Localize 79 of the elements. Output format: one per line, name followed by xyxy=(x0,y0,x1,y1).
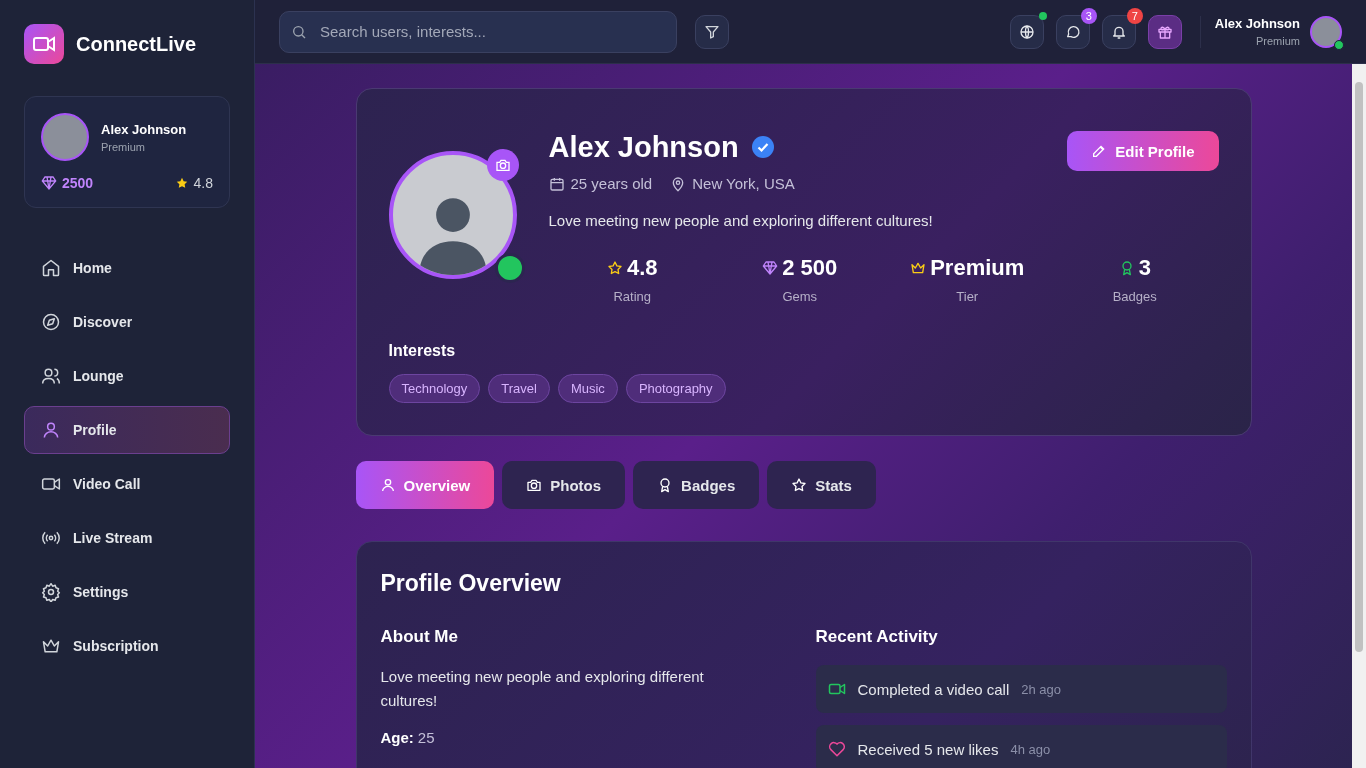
nav-item[interactable]: Subscription xyxy=(24,622,230,670)
stat-label: Badges xyxy=(1112,289,1157,304)
age-text: 25 years old xyxy=(570,175,653,192)
tab[interactable]: Photos xyxy=(502,461,626,509)
gem-icon xyxy=(41,175,57,191)
crown-icon xyxy=(910,260,927,276)
nav-item[interactable]: Live Stream xyxy=(24,514,230,562)
user-name: Alex Johnson xyxy=(1214,16,1300,31)
interest-tag: Music xyxy=(557,374,618,403)
activity-time: 2h ago xyxy=(1021,681,1062,697)
about-text: Love meeting new people and exploring different cultures! xyxy=(380,667,705,711)
compass-icon xyxy=(41,312,61,332)
heart-icon xyxy=(827,740,846,758)
person-icon xyxy=(379,477,396,493)
home-icon xyxy=(41,258,61,278)
calendar-icon xyxy=(548,175,565,192)
nav-item[interactable]: Profile xyxy=(24,406,230,454)
nav-item[interactable]: Lounge xyxy=(24,352,230,400)
profile-name: Alex Johnson xyxy=(548,130,739,164)
nav-item[interactable]: Settings xyxy=(24,568,230,616)
age-value: 25 xyxy=(417,729,435,746)
user-tier-label: Premium xyxy=(101,140,146,153)
location-text: New York, USA xyxy=(692,175,795,192)
bio-text: Love meeting new people and exploring different cultures! xyxy=(548,212,934,229)
interest-tag: Travel xyxy=(488,374,550,403)
tab[interactable]: Overview xyxy=(355,461,495,509)
activity-text: Received 5 new likes xyxy=(857,740,999,758)
globe-icon xyxy=(1018,23,1035,40)
stat-label: Tier xyxy=(956,289,979,304)
stat-value: 2 500 xyxy=(782,255,838,281)
activity-time: 4h ago xyxy=(1010,741,1051,757)
stat-value: Premium xyxy=(930,255,1025,281)
change-photo-button[interactable] xyxy=(486,149,519,181)
search-icon xyxy=(291,23,307,40)
count-badge: 3 xyxy=(1080,7,1097,24)
card-title: Profile Overview xyxy=(380,570,562,597)
chat-bubble-button[interactable] xyxy=(1055,14,1090,49)
nav-item[interactable]: Video Call xyxy=(24,460,230,508)
section-heading: About Me xyxy=(380,627,459,647)
section-heading: Recent Activity xyxy=(815,627,939,647)
filter-button[interactable] xyxy=(695,14,729,49)
edit-profile-button[interactable]: Edit Profile xyxy=(1067,131,1219,171)
search-field[interactable]: Search users, interests... xyxy=(279,10,677,53)
logo-icon xyxy=(24,24,64,64)
user-name: Alex Johnson xyxy=(101,121,187,137)
settings-icon xyxy=(41,582,61,602)
count-badge: 7 xyxy=(1126,7,1143,24)
section-heading: Interests xyxy=(388,342,457,360)
rating-value: 4.8 xyxy=(193,175,213,191)
bell-button[interactable] xyxy=(1101,14,1136,49)
tab[interactable]: Stats xyxy=(767,461,876,509)
brand-name: ConnectLive xyxy=(76,32,197,56)
stat-value: 4.8 xyxy=(626,255,658,281)
gift-button[interactable] xyxy=(1147,14,1182,49)
scrollbar[interactable] xyxy=(1352,64,1366,768)
person-icon xyxy=(41,420,61,440)
people-icon xyxy=(41,366,61,386)
chat-bubble-icon xyxy=(1064,23,1081,40)
avatar[interactable] xyxy=(1310,15,1342,48)
camera-icon xyxy=(494,157,511,173)
star-icon xyxy=(606,260,623,276)
activity-text: Completed a video call xyxy=(857,680,1010,698)
age-label: Age: xyxy=(380,729,414,746)
nav-item[interactable]: Discover xyxy=(24,298,230,346)
star-icon xyxy=(791,477,808,493)
stat-label: Rating xyxy=(613,289,652,304)
filter-icon xyxy=(704,23,720,40)
interest-tag: Photography xyxy=(625,374,726,403)
gem-icon xyxy=(762,260,779,276)
user-tier-label: Premium xyxy=(1256,35,1300,47)
stat-label: Gems xyxy=(782,289,818,304)
tab[interactable]: Badges xyxy=(633,461,760,509)
globe-button[interactable] xyxy=(1009,14,1044,49)
avatar xyxy=(41,113,89,161)
interest-tag: Technology xyxy=(388,374,481,403)
camera-icon xyxy=(526,477,543,493)
stat-value: 3 xyxy=(1138,255,1151,281)
nav-item[interactable]: Home xyxy=(24,244,230,292)
gem-count: 2500 xyxy=(62,175,94,191)
